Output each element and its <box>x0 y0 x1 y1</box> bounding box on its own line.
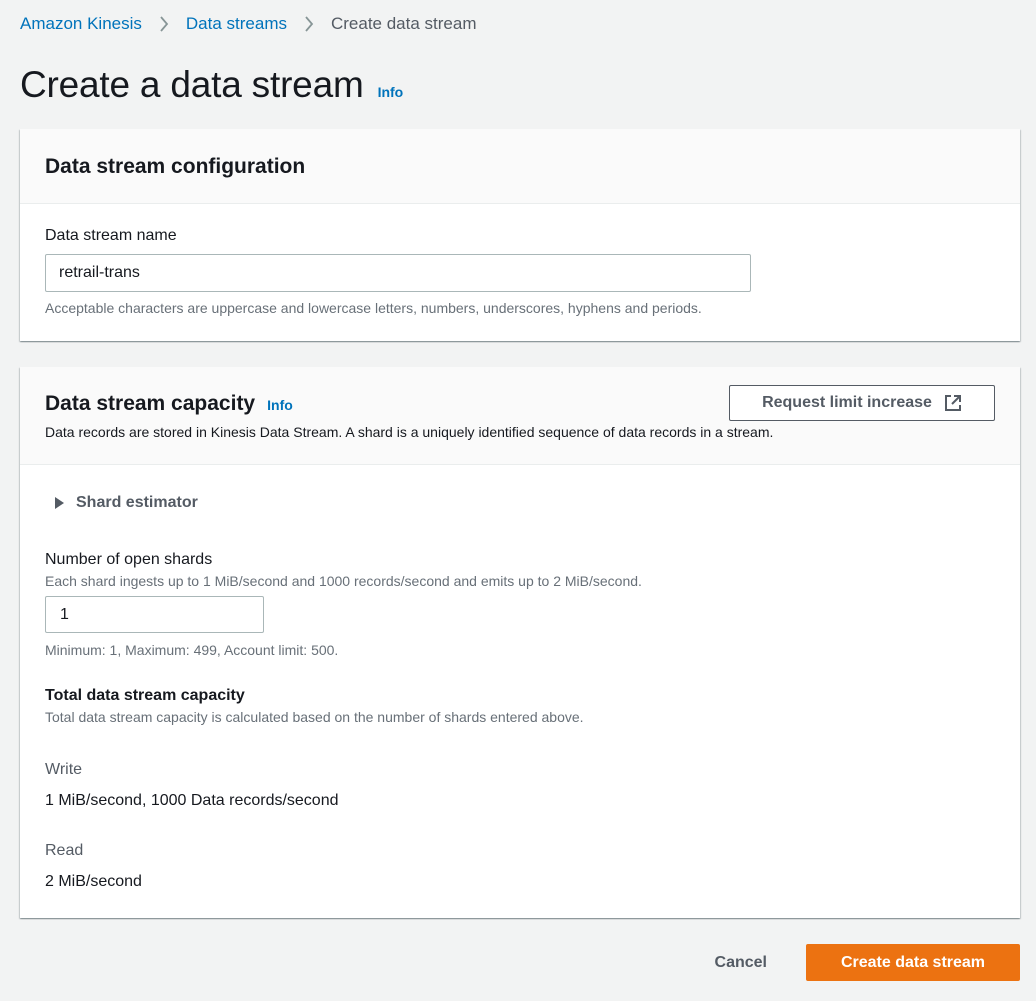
config-panel-header: Data stream configuration <box>20 129 1020 204</box>
page-title: Create a data stream <box>20 64 364 105</box>
stream-name-hint: Acceptable characters are uppercase and … <box>45 300 702 316</box>
cancel-button[interactable]: Cancel <box>715 954 767 972</box>
caret-right-icon <box>54 497 64 509</box>
shard-estimator-label: Shard estimator <box>76 494 198 511</box>
capacity-panel: Data stream capacity Info Data records a… <box>20 367 1020 918</box>
capacity-description: Data records are stored in Kinesis Data … <box>45 424 774 440</box>
shard-estimator-toggle[interactable]: Shard estimator <box>54 494 198 512</box>
chevron-right-icon <box>304 16 314 32</box>
write-label: Write <box>45 761 83 778</box>
breadcrumb-amazon-kinesis[interactable]: Amazon Kinesis <box>20 14 142 34</box>
read-label: Read <box>45 842 84 859</box>
breadcrumb: Amazon Kinesis Data streams Create data … <box>20 12 477 36</box>
request-limit-increase-label: Request limit increase <box>762 394 932 411</box>
read-value: 2 MiB/second <box>45 873 142 890</box>
request-limit-increase-button[interactable]: Request limit increase <box>729 385 995 421</box>
breadcrumb-current: Create data stream <box>330 14 477 33</box>
create-data-stream-button[interactable]: Create data stream <box>806 944 1020 981</box>
open-shards-input[interactable]: 1 <box>45 596 264 633</box>
total-capacity-description: Total data stream capacity is calculated… <box>45 709 584 725</box>
capacity-title-row: Data stream capacity Info <box>45 392 293 416</box>
capacity-info-link[interactable]: Info <box>267 397 293 413</box>
page-header: Create a data stream Info <box>20 64 403 106</box>
breadcrumb-data-streams[interactable]: Data streams <box>186 14 287 34</box>
open-shards-description: Each shard ingests up to 1 MiB/second an… <box>45 573 642 589</box>
capacity-panel-header: Data stream capacity Info Data records a… <box>20 367 1020 465</box>
open-shards-label: Number of open shards <box>45 551 213 568</box>
page-info-link[interactable]: Info <box>378 84 404 100</box>
external-link-icon <box>944 394 962 412</box>
total-capacity-title: Total data stream capacity <box>45 687 245 704</box>
config-panel: Data stream configuration Data stream na… <box>20 129 1020 341</box>
write-value: 1 MiB/second, 1000 Data records/second <box>45 792 339 809</box>
open-shards-hint: Minimum: 1, Maximum: 499, Account limit:… <box>45 642 339 658</box>
chevron-right-icon <box>159 16 169 32</box>
stream-name-input[interactable]: retrail-trans <box>45 254 751 292</box>
capacity-panel-title: Data stream capacity <box>45 392 256 415</box>
config-panel-title: Data stream configuration <box>45 155 306 178</box>
stream-name-label: Data stream name <box>45 227 177 244</box>
form-actions: Cancel Create data stream <box>715 944 1020 981</box>
